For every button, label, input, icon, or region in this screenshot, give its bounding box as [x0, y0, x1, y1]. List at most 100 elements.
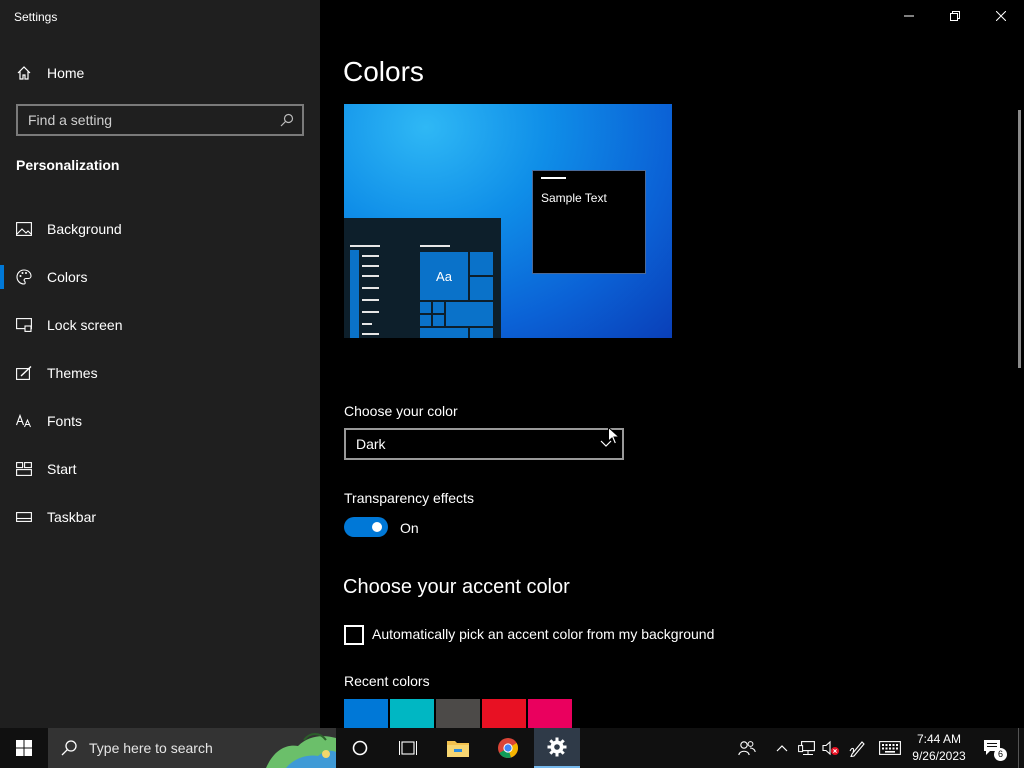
people-icon	[738, 741, 756, 756]
sidebar-item-label: Background	[47, 221, 122, 237]
sidebar-item-label: Fonts	[47, 413, 83, 429]
sidebar-item-colors[interactable]: Colors	[0, 253, 320, 301]
network-button[interactable]	[796, 728, 818, 768]
choose-color-dropdown[interactable]: Dark	[344, 428, 624, 460]
pen-workspace-button[interactable]	[846, 728, 870, 768]
taskbar-search-input[interactable]	[89, 740, 259, 756]
preview-tile	[445, 301, 494, 327]
sidebar-item-start[interactable]: Start	[0, 445, 320, 493]
lock-screen-icon	[16, 317, 32, 333]
transparency-toggle[interactable]	[344, 517, 388, 537]
preview-line	[362, 333, 379, 335]
recent-colors-label: Recent colors	[344, 673, 430, 689]
close-button[interactable]	[978, 0, 1024, 32]
restore-icon	[950, 11, 960, 21]
page-title: Colors	[343, 56, 424, 87]
preview-line	[362, 287, 379, 289]
volume-button[interactable]	[820, 728, 842, 768]
taskbar-icon	[16, 509, 32, 525]
accent-color-heading: Choose your accent color	[343, 576, 570, 598]
preview-app-column	[350, 250, 359, 338]
preview-tile	[469, 327, 494, 338]
search-icon	[61, 740, 77, 756]
preview-line	[362, 311, 379, 313]
preview-tile	[419, 301, 432, 314]
recent-color-swatch-blue[interactable]	[344, 699, 388, 728]
task-view-icon	[399, 741, 417, 755]
sidebar-item-label: Start	[47, 461, 77, 477]
recent-color-swatch-red[interactable]	[482, 699, 526, 728]
preview-line	[362, 323, 372, 325]
task-view-button[interactable]	[388, 728, 428, 768]
preview-tile-aa: Aa	[419, 251, 469, 301]
restore-button[interactable]	[932, 0, 978, 32]
preview-line	[362, 299, 379, 301]
preview-tile	[419, 314, 432, 327]
minimize-button[interactable]	[886, 0, 932, 32]
auto-accent-checkbox[interactable]	[344, 625, 364, 645]
sidebar: Settings Home Personalization Background…	[0, 0, 320, 728]
sidebar-item-taskbar[interactable]: Taskbar	[0, 493, 320, 541]
pen-icon	[849, 741, 865, 757]
network-icon	[798, 741, 815, 755]
chrome-button[interactable]	[486, 728, 530, 768]
keyboard-icon	[879, 741, 901, 755]
sidebar-item-background[interactable]: Background	[0, 205, 320, 253]
sidebar-item-fonts[interactable]: Fonts	[0, 397, 320, 445]
preview-line	[362, 255, 379, 257]
transparency-label: Transparency effects	[344, 490, 474, 506]
clock[interactable]: 7:44 AM 9/26/2023	[906, 731, 972, 765]
preview-tile	[469, 276, 494, 301]
start-icon	[16, 461, 32, 477]
people-button[interactable]	[734, 728, 760, 768]
volume-muted-icon	[822, 740, 839, 756]
preview-tile	[432, 301, 445, 314]
home-label: Home	[47, 65, 85, 81]
color-preview: Aa Sample Text	[344, 104, 672, 338]
taskbar-search-box[interactable]	[48, 728, 336, 768]
sidebar-item-lock-screen[interactable]: Lock screen	[0, 301, 320, 349]
gear-icon	[547, 737, 567, 757]
close-icon	[996, 11, 1006, 21]
find-setting-input[interactable]	[18, 112, 272, 128]
fonts-icon	[16, 413, 32, 429]
clock-date: 9/26/2023	[912, 749, 966, 763]
cortana-button[interactable]	[340, 728, 380, 768]
touch-keyboard-button[interactable]	[876, 728, 904, 768]
chrome-icon	[498, 738, 519, 758]
find-setting-search[interactable]	[16, 104, 304, 136]
preview-sample-window: Sample Text	[532, 170, 646, 274]
recent-color-swatch-gray[interactable]	[436, 699, 480, 728]
taskbar: 7:44 AM 9/26/2023 6	[0, 728, 1024, 768]
mouse-cursor-icon	[608, 427, 620, 445]
image-icon	[16, 221, 32, 237]
action-center-button[interactable]: 6	[978, 728, 1008, 768]
preview-start-menu: Aa	[344, 218, 501, 338]
preview-sample-text: Sample Text	[541, 191, 607, 205]
clock-time: 7:44 AM	[916, 732, 962, 746]
folder-icon	[447, 741, 469, 757]
content-scrollbar[interactable]	[1018, 110, 1021, 368]
auto-accent-label[interactable]: Automatically pick an accent color from …	[372, 626, 714, 642]
chevron-up-icon	[776, 745, 788, 752]
file-explorer-button[interactable]	[436, 728, 480, 768]
sidebar-item-label: Colors	[47, 269, 88, 285]
toggle-knob	[372, 522, 382, 532]
sidebar-item-themes[interactable]: Themes	[0, 349, 320, 397]
start-button[interactable]	[0, 728, 48, 768]
notification-count-badge: 6	[994, 748, 1007, 761]
cortana-circle-icon	[352, 740, 368, 756]
recent-color-swatch-pink[interactable]	[528, 699, 572, 728]
show-hidden-icons-button[interactable]	[772, 728, 792, 768]
preview-line	[362, 265, 379, 267]
home-nav-item[interactable]: Home	[16, 62, 84, 84]
search-icon[interactable]	[272, 113, 302, 127]
recent-color-swatch-teal[interactable]	[390, 699, 434, 728]
sidebar-item-label: Lock screen	[47, 317, 123, 333]
preview-tile	[419, 327, 469, 338]
show-desktop-button[interactable]	[1018, 728, 1024, 768]
settings-taskbar-button[interactable]	[534, 728, 580, 768]
transparency-state: On	[400, 520, 419, 536]
personalization-nav: Background Colors Lock screen Themes Fon…	[0, 205, 320, 541]
search-highlight-illustration-icon	[266, 733, 336, 768]
